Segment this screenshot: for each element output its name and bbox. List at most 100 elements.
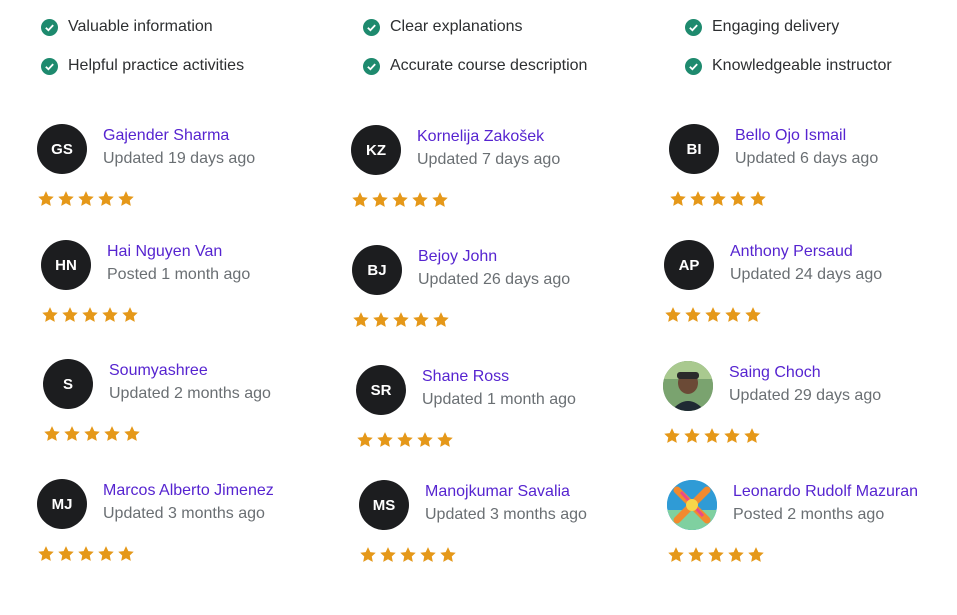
star-icon [377,432,393,447]
star-icon [433,312,449,327]
review-card: KZ Kornelija Zakošek Updated 7 days ago [351,125,641,225]
check-circle-icon [685,18,702,36]
star-icon [58,191,74,206]
star-rating [667,546,767,564]
star-icon [744,428,760,443]
course-highlights: Valuable information Clear explanations … [0,0,957,100]
review-date: Updated 3 months ago [103,505,265,522]
star-icon [730,191,746,206]
review-card: BI Bello Ojo Ismail Updated 6 days ago [669,124,957,224]
star-icon [98,546,114,561]
highlight-label: Helpful practice activities [68,57,245,74]
star-icon [122,307,138,322]
star-icon [432,192,448,207]
reviewer-name[interactable]: Soumyashree [109,362,208,380]
highlight-item: Clear explanations [363,17,523,37]
highlight-item: Helpful practice activities [41,56,244,76]
star-icon [745,307,761,322]
star-rating [356,431,456,449]
review-card: Leonardo Rudolf Mazuran Posted 2 months … [667,480,957,580]
star-icon [38,546,54,561]
star-rating [352,311,452,329]
highlight-item: Accurate course description [363,56,587,76]
star-icon [670,191,686,206]
star-rating [664,306,764,324]
star-icon [78,546,94,561]
star-rating [351,191,451,209]
star-icon [372,192,388,207]
avatar: BI [669,124,719,174]
star-icon [84,426,100,441]
reviewer-name[interactable]: Marcos Alberto Jimenez [103,482,274,500]
star-rating [37,545,137,563]
star-icon [690,191,706,206]
check-circle-icon [41,18,58,36]
star-icon [725,307,741,322]
review-date: Updated 19 days ago [103,150,256,167]
star-icon [42,307,58,322]
review-card: Saing Choch Updated 29 days ago [663,361,953,461]
star-icon [360,547,376,562]
highlight-item: Knowledgeable instructor [685,56,892,76]
reviewer-name[interactable]: Kornelija Zakošek [417,128,544,146]
check-circle-icon [41,57,58,75]
star-rating [41,306,141,324]
highlight-label: Knowledgeable instructor [712,57,892,74]
star-icon [708,547,724,562]
review-date: Updated 2 months ago [109,385,271,402]
check-circle-icon [363,57,380,75]
highlight-label: Clear explanations [390,18,523,35]
star-rating [669,190,769,208]
reviewer-name[interactable]: Saing Choch [729,364,821,382]
star-icon [728,547,744,562]
star-icon [413,312,429,327]
review-date: Updated 7 days ago [417,151,561,168]
reviewer-name[interactable]: Bejoy John [418,248,497,266]
star-icon [704,428,720,443]
highlight-label: Valuable information [68,18,213,35]
star-icon [750,191,766,206]
highlight-label: Engaging delivery [712,18,840,35]
highlight-item: Engaging delivery [685,17,839,37]
review-card: GS Gajender Sharma Updated 19 days ago [37,124,327,224]
star-icon [104,426,120,441]
star-icon [705,307,721,322]
star-icon [82,307,98,322]
reviewer-name[interactable]: Leonardo Rudolf Mazuran [733,483,918,501]
star-icon [118,546,134,561]
avatar-logo [667,480,717,530]
star-icon [357,432,373,447]
review-date: Updated 3 months ago [425,506,587,523]
star-icon [664,428,680,443]
star-icon [440,547,456,562]
check-circle-icon [363,18,380,36]
star-icon [397,432,413,447]
review-date: Updated 26 days ago [418,271,571,288]
star-icon [684,428,700,443]
reviewer-name[interactable]: Hai Nguyen Van [107,243,222,261]
star-icon [748,547,764,562]
star-icon [665,307,681,322]
reviewer-name[interactable]: Bello Ojo Ismail [735,127,846,145]
highlight-item: Valuable information [41,17,213,37]
star-icon [420,547,436,562]
reviewer-name[interactable]: Gajender Sharma [103,127,229,145]
avatar: SR [356,365,406,415]
reviewer-name[interactable]: Shane Ross [422,368,509,386]
review-date: Updated 24 days ago [730,266,883,283]
star-icon [353,312,369,327]
star-rating [37,190,137,208]
reviewer-name[interactable]: Manojkumar Savalia [425,483,570,501]
avatar: S [43,359,93,409]
reviewer-name[interactable]: Anthony Persaud [730,243,853,261]
star-icon [44,426,60,441]
star-icon [400,547,416,562]
star-icon [685,307,701,322]
star-icon [393,312,409,327]
star-icon [710,191,726,206]
avatar: MJ [37,479,87,529]
star-icon [102,307,118,322]
review-card: AP Anthony Persaud Updated 24 days ago [664,240,954,340]
star-icon [688,547,704,562]
review-card: MJ Marcos Alberto Jimenez Updated 3 mont… [37,479,327,579]
